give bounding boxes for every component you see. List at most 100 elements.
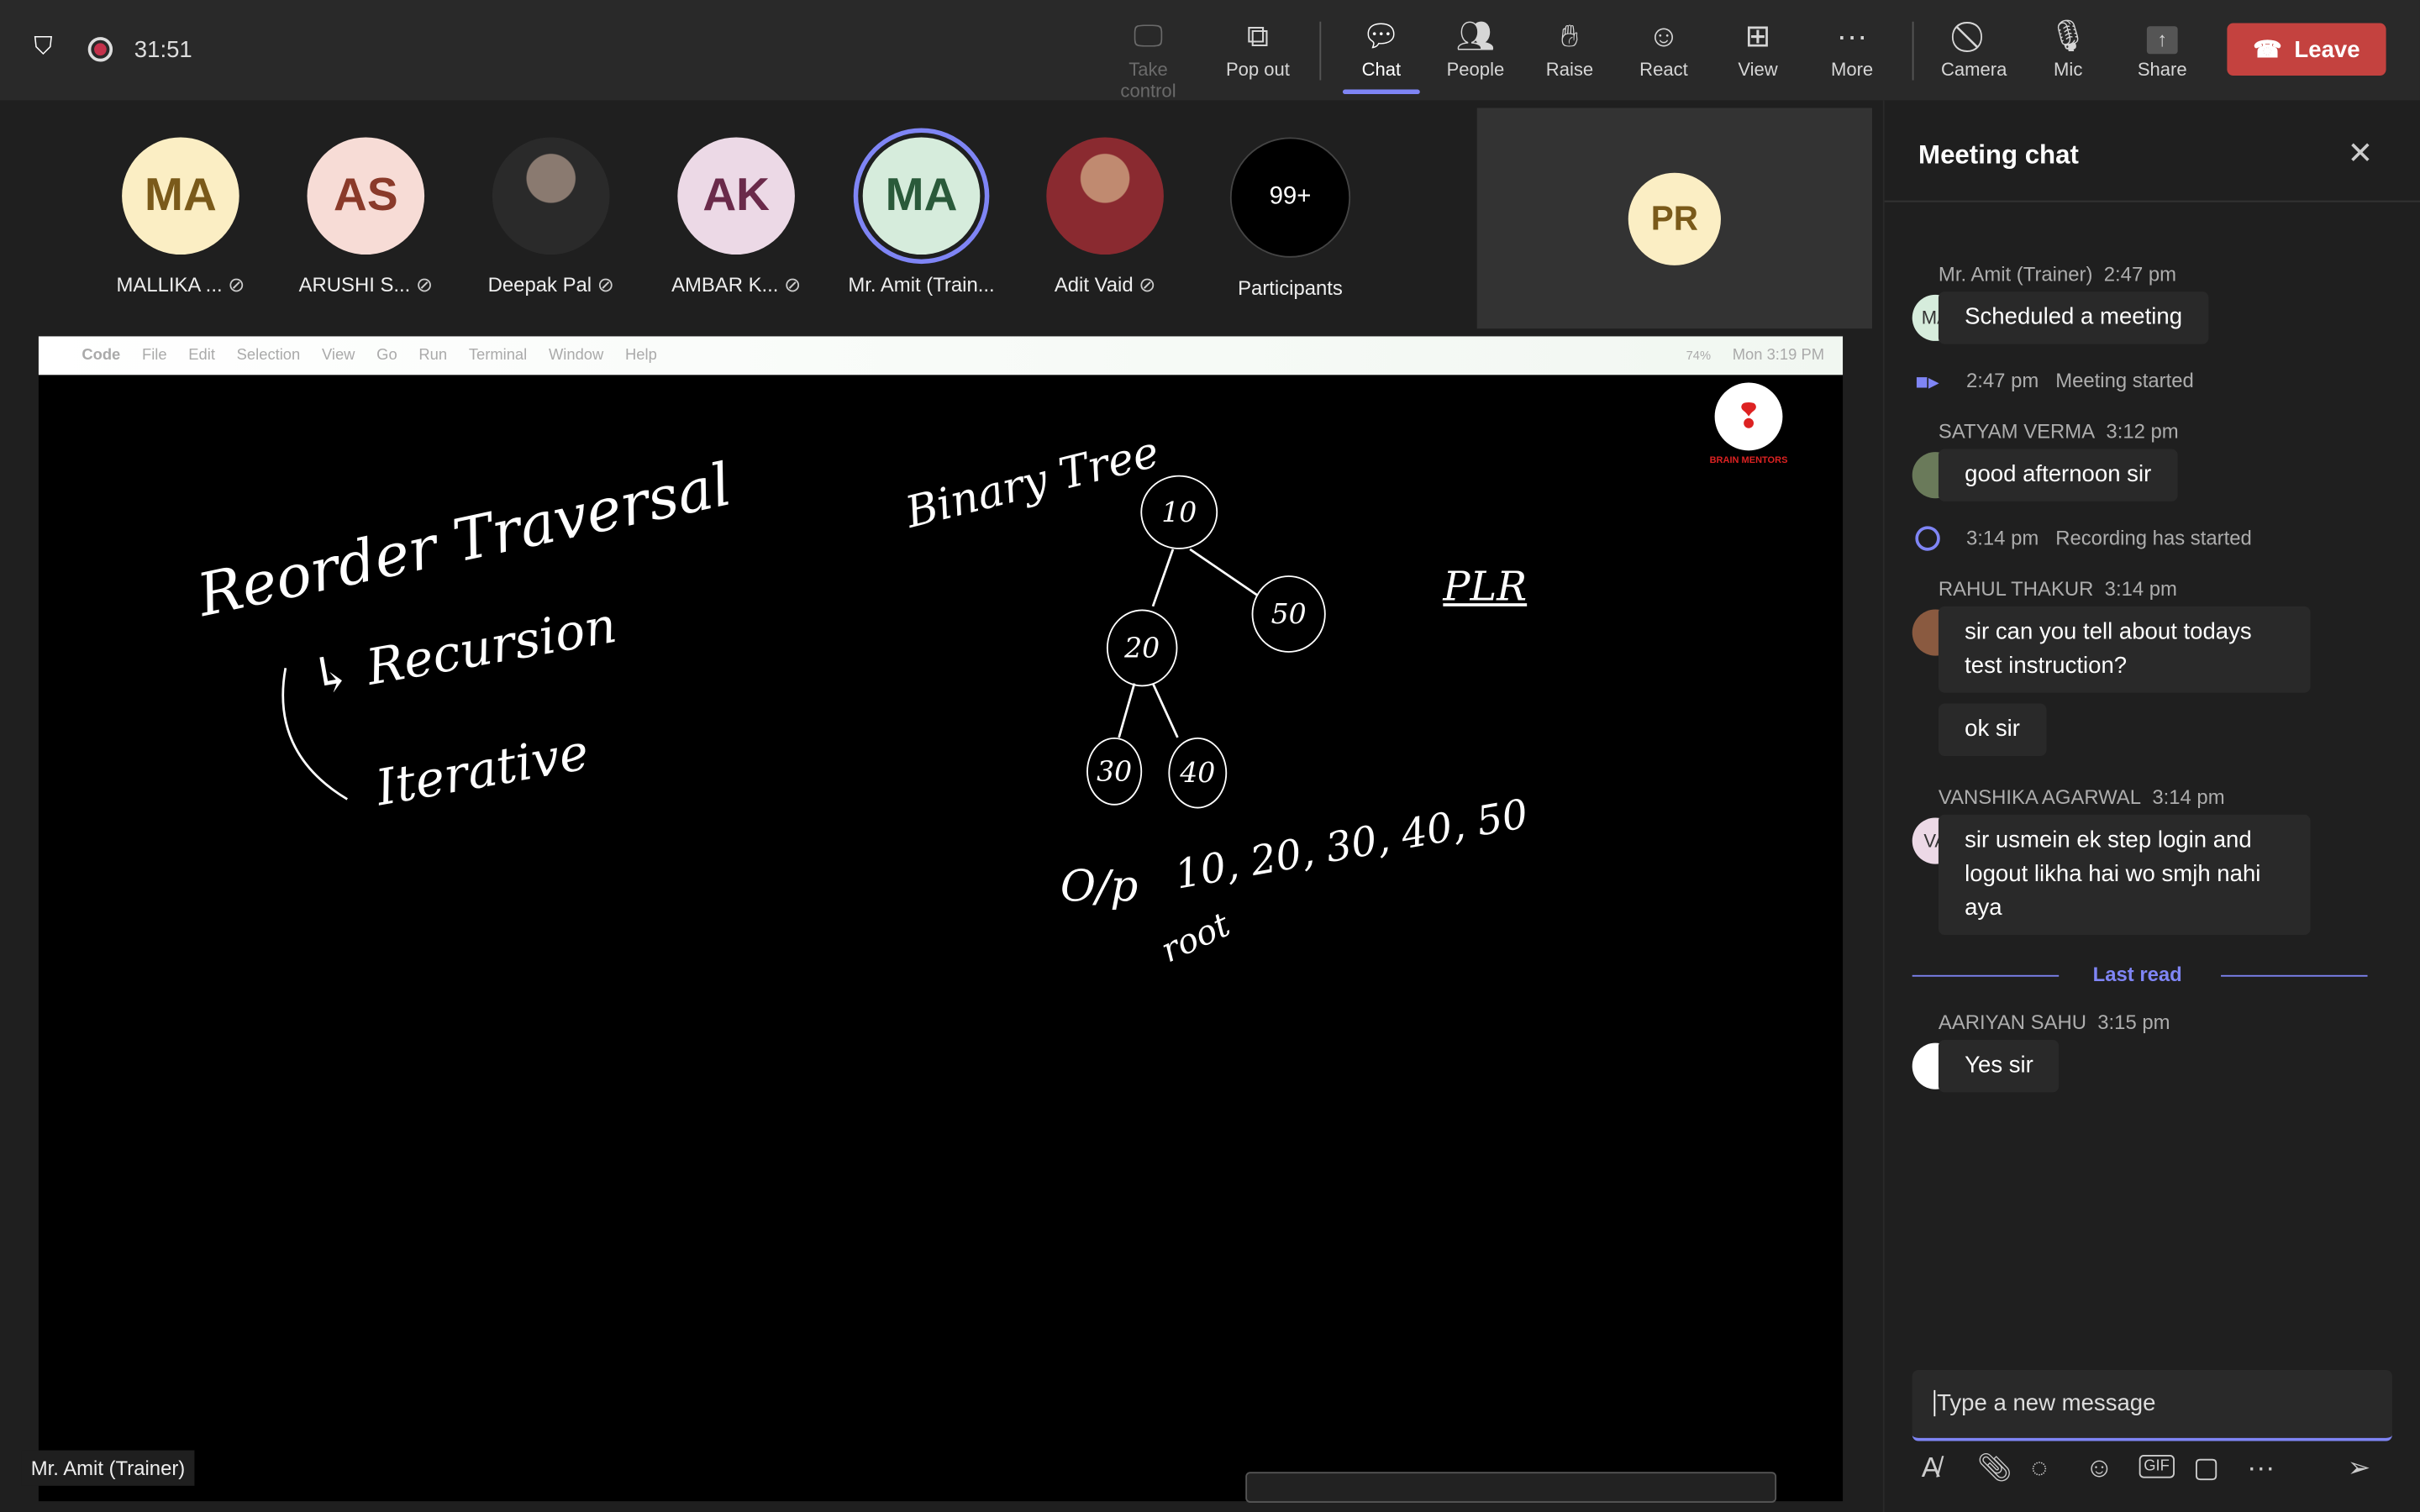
tree-node: 20: [1106, 609, 1178, 687]
share-icon: ↑: [2116, 15, 2208, 58]
label: People: [1446, 58, 1505, 81]
chat-message: ok sir: [1938, 703, 2047, 756]
mic-off-icon: ⊘: [1139, 273, 1156, 297]
label: Leave: [2294, 36, 2360, 63]
loop-icon[interactable]: ◌: [2031, 1452, 2048, 1484]
meeting-toolbar: ⛉ 31:51 🖵 Take control ⧉ Pop out 💬︎ Chat 👥︎…: [0, 0, 2420, 102]
sticker-icon[interactable]: ▢: [2193, 1452, 2219, 1484]
gif-icon[interactable]: GIF: [2139, 1455, 2175, 1478]
divider: [1912, 21, 1914, 81]
participant-name: MALLIKA ...: [116, 273, 223, 297]
divider: [2221, 974, 2368, 977]
chat-message: sir can you tell about todays test instr…: [1938, 606, 2311, 693]
camera-button[interactable]: ⃠Camera: [1928, 15, 2020, 81]
participants-overflow-button[interactable]: 99+ Participants: [1205, 137, 1375, 299]
pop-out-icon: ⧉: [1246, 19, 1270, 55]
presenter-label: Mr. Amit (Trainer): [21, 1450, 195, 1486]
view-button[interactable]: ⊞ View: [1712, 15, 1804, 81]
sender: RAHUL THAKUR: [1938, 576, 2094, 601]
divider: [1319, 21, 1322, 81]
avatar: AK: [677, 137, 795, 255]
sender: VANSHIKA AGARWAL: [1938, 785, 2142, 809]
message-meta: Mr. Amit (Trainer) 2:47 pm: [1939, 262, 2176, 286]
participant-tile[interactable]: AK AMBAR K... ⊘: [651, 137, 821, 297]
participant-tile-speaking[interactable]: MA Mr. Amit (Train...: [837, 137, 1007, 297]
input-placeholder: Type a new message: [1933, 1389, 2155, 1417]
time: 3:14 pm: [2152, 785, 2225, 809]
chat-icon: 💬︎: [1361, 19, 1402, 55]
share-button[interactable]: ↑ Share: [2116, 15, 2208, 81]
time: 2:47 pm: [2103, 262, 2177, 286]
time: 3:14 pm: [2104, 576, 2177, 601]
hand-icon: ✋︎: [1560, 19, 1579, 55]
mic-button[interactable]: 🎙︎ Mic: [2022, 15, 2114, 81]
raise-hand-button[interactable]: ✋︎ Raise: [1523, 15, 1616, 81]
participant-name: Adit Vaid: [1054, 273, 1134, 297]
divider: [1884, 200, 2420, 202]
mic-off-icon: ⊘: [597, 273, 614, 297]
close-icon[interactable]: ✕: [2348, 134, 2374, 173]
more-options-icon[interactable]: ···: [2247, 1452, 2275, 1484]
message-meta: VANSHIKA AGARWAL 3:14 pm: [1939, 785, 2225, 809]
label: Mic: [2054, 58, 2083, 81]
handwriting-op: O/p: [1060, 860, 1139, 912]
label: More: [1830, 58, 1874, 81]
system-message: Meeting started: [2055, 368, 2194, 392]
hang-up-icon: ☎︎: [2253, 37, 2282, 64]
emoji-icon[interactable]: ☺: [2085, 1452, 2113, 1484]
shared-screen: Code File Edit Selection View Go Run Ter…: [38, 336, 1844, 1503]
react-button[interactable]: ☺ React: [1618, 15, 1710, 81]
participant-tile[interactable]: Deepak Pal ⊘: [466, 137, 636, 297]
people-button[interactable]: 👥︎ People: [1429, 15, 1522, 81]
label: View: [1738, 58, 1778, 81]
mic-off-icon: ⊘: [784, 273, 802, 297]
shield-icon: ⛉: [34, 34, 53, 60]
attach-icon[interactable]: 📎︎: [1977, 1452, 2012, 1484]
mic-off-icon: ⊘: [415, 273, 434, 297]
participant-name: Mr. Amit (Train...: [848, 273, 995, 297]
time: 3:12 pm: [2106, 419, 2179, 444]
pop-out-button[interactable]: ⧉ Pop out: [1212, 15, 1304, 81]
avatar: AS: [307, 137, 425, 255]
take-control-button[interactable]: 🖵 Take control: [1102, 15, 1194, 102]
recording-icon: [1915, 526, 1940, 551]
chat-button[interactable]: 💬︎ Chat: [1335, 15, 1428, 95]
message-input[interactable]: Type a new message: [1912, 1370, 2392, 1441]
avatar-photo: [1046, 137, 1164, 255]
chat-message: Yes sir: [1938, 1039, 2060, 1093]
handwriting-order: PLR: [1443, 564, 1528, 612]
meeting-timer: 31:51: [134, 37, 192, 64]
chat-message: Scheduled a meeting: [1938, 291, 2209, 344]
more-button[interactable]: ··· More: [1806, 15, 1898, 81]
participant-tile[interactable]: Adit Vaid ⊘: [1020, 137, 1190, 297]
time: 2:47 pm: [1965, 368, 2039, 392]
label: Pop out: [1225, 58, 1290, 81]
label: React: [1639, 58, 1688, 81]
tree-node: 50: [1251, 575, 1326, 653]
avatar-photo: [492, 137, 610, 255]
smile-icon: ☺: [1648, 19, 1680, 55]
sender: SATYAM VERMA: [1938, 419, 2096, 444]
sender: Mr. Amit (Trainer): [1938, 262, 2093, 286]
take-control-icon: 🖵: [1133, 19, 1164, 55]
participant-tile[interactable]: MA MALLIKA ... ⊘: [96, 137, 266, 297]
camera-off-icon: ⃠: [1928, 15, 2020, 58]
format-icon[interactable]: A̸: [1922, 1452, 1940, 1484]
participant-name: AMBAR K...: [671, 273, 779, 297]
mic-off-icon: 🎙︎: [2048, 19, 2088, 55]
annotation-toolbar[interactable]: [1245, 1472, 1777, 1503]
avatar: MA: [862, 137, 981, 255]
participant-tile[interactable]: AS ARUSHI S... ⊘: [281, 137, 450, 297]
tree-edges: [281, 548, 1259, 801]
tree-node: 40: [1168, 737, 1228, 809]
leave-button[interactable]: ☎︎ Leave: [2227, 23, 2386, 76]
overflow-count: 99+: [1229, 137, 1351, 258]
label: Chat: [1361, 58, 1402, 81]
system-message: Recording has started: [2055, 526, 2252, 549]
label: Take control: [1120, 58, 1176, 102]
participant-name: Deepak Pal: [487, 273, 592, 297]
chat-title: Meeting chat: [1918, 140, 2079, 171]
sender: AARIYAN SAHU: [1938, 1011, 2086, 1034]
send-icon[interactable]: ➢: [2348, 1452, 2371, 1484]
last-read-marker: Last read: [2092, 963, 2182, 986]
